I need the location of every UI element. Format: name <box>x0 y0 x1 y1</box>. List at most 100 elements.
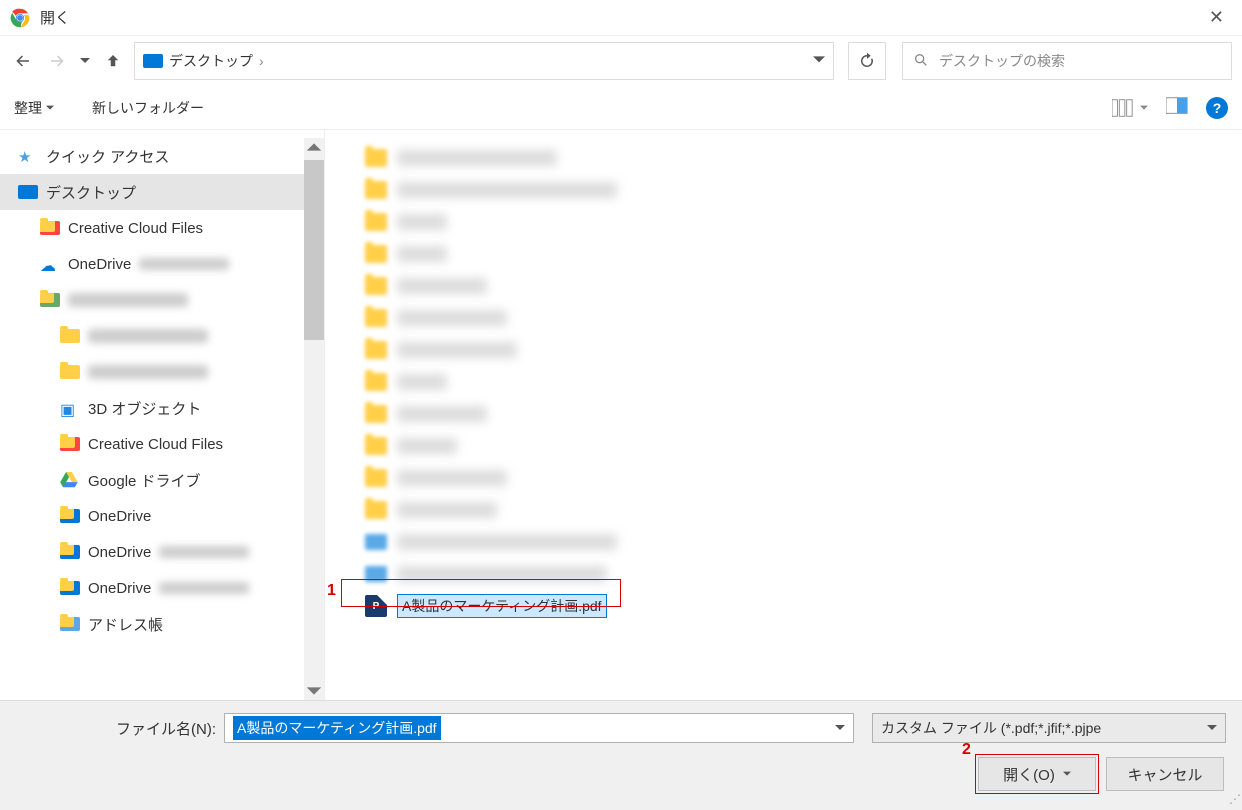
tree-item-label: デスクトップ <box>46 182 136 203</box>
file-label <box>397 278 487 294</box>
folder-icon <box>365 213 387 231</box>
cancel-button[interactable]: キャンセル <box>1106 757 1224 791</box>
chevron-down-icon[interactable] <box>813 53 825 69</box>
cube-icon: ▣ <box>60 400 80 416</box>
chrome-icon <box>10 8 30 28</box>
file-label <box>397 214 447 230</box>
file-item[interactable] <box>365 398 1222 430</box>
tree-item[interactable]: Creative Cloud Files <box>0 426 304 462</box>
file-item[interactable] <box>365 174 1222 206</box>
file-item[interactable] <box>365 206 1222 238</box>
filetype-select[interactable]: カスタム ファイル (*.pdf;*.jfif;*.pjpe <box>872 713 1226 743</box>
file-label <box>397 406 487 422</box>
monitor-icon <box>143 54 163 68</box>
chevron-right-icon: › <box>259 53 264 69</box>
file-item[interactable] <box>365 302 1222 334</box>
filename-input[interactable]: A製品のマーケティング計画.pdf <box>224 713 854 743</box>
file-label <box>397 470 507 486</box>
tree-item[interactable]: Google ドライブ <box>0 462 304 498</box>
annotation-1: 1 <box>327 582 336 600</box>
tree-item[interactable]: ☁OneDrive <box>0 246 304 282</box>
file-item[interactable] <box>365 526 1222 558</box>
file-item[interactable] <box>365 366 1222 398</box>
chevron-down-icon <box>1207 723 1217 733</box>
file-label <box>397 438 457 454</box>
folder-icon <box>365 373 387 391</box>
view-mode-button[interactable] <box>1112 99 1148 117</box>
tree-item-suffix <box>139 258 229 270</box>
chevron-down-icon[interactable] <box>304 682 324 700</box>
scrollbar-thumb[interactable] <box>304 160 324 340</box>
folder-tree[interactable]: ★クイック アクセスデスクトップCreative Cloud Files☁One… <box>0 130 325 700</box>
folder-icon <box>365 437 387 455</box>
tree-item[interactable]: OneDrive <box>0 534 304 570</box>
folder-onedrive-icon <box>60 581 80 595</box>
preview-pane-button[interactable] <box>1166 97 1188 118</box>
folder-icon <box>60 365 80 379</box>
tree-item[interactable] <box>0 354 304 390</box>
monitor-icon <box>18 185 38 199</box>
list-view-icon <box>1112 99 1134 117</box>
chevron-up-icon[interactable] <box>304 138 324 156</box>
organize-menu[interactable]: 整理 <box>14 98 54 118</box>
resize-grip-icon[interactable]: ⋰ <box>1229 792 1238 806</box>
folder-cc-icon <box>40 221 60 235</box>
file-label <box>397 246 447 262</box>
tree-item-suffix <box>159 546 249 558</box>
search-input[interactable]: デスクトップの検索 <box>902 42 1232 80</box>
help-button[interactable]: ? <box>1206 97 1228 119</box>
tree-item[interactable]: アドレス帳 <box>0 606 304 642</box>
image-icon <box>365 534 387 550</box>
tree-item-label <box>68 293 188 307</box>
folder-icon <box>365 309 387 327</box>
file-label <box>397 342 517 358</box>
file-label <box>397 502 497 518</box>
file-item[interactable] <box>365 334 1222 366</box>
file-label <box>397 182 617 198</box>
tree-item[interactable]: OneDrive <box>0 570 304 606</box>
tree-item[interactable]: OneDrive <box>0 498 304 534</box>
folder-icon <box>365 181 387 199</box>
chevron-down-icon[interactable] <box>835 723 845 733</box>
history-dropdown[interactable] <box>78 48 92 74</box>
file-list[interactable]: PA製品のマーケティング計画.pdf 1 <box>325 130 1242 700</box>
tree-item[interactable]: ▣ 3D オブジェクト <box>0 390 304 426</box>
folder-icon <box>365 341 387 359</box>
file-label <box>397 374 447 390</box>
close-icon[interactable]: ✕ <box>1201 3 1232 32</box>
back-button[interactable] <box>10 48 36 74</box>
folder-onedrive-icon <box>60 545 80 559</box>
breadcrumb-location: デスクトップ <box>169 51 253 71</box>
window-title: 開く <box>40 7 70 28</box>
file-item[interactable] <box>365 142 1222 174</box>
tree-item-label <box>88 329 208 343</box>
folder-cc-icon <box>60 437 80 451</box>
tree-item[interactable]: Creative Cloud Files <box>0 210 304 246</box>
refresh-button[interactable] <box>848 42 886 80</box>
file-item[interactable] <box>365 238 1222 270</box>
tree-item-label <box>88 365 208 379</box>
tree-item-label: Google ドライブ <box>88 470 201 491</box>
tree-item-label: 3D オブジェクト <box>88 398 201 419</box>
tree-item[interactable] <box>0 282 304 318</box>
folder-icon <box>365 277 387 295</box>
breadcrumb[interactable]: デスクトップ › <box>134 42 834 80</box>
up-button[interactable] <box>100 48 126 74</box>
new-folder-button[interactable]: 新しいフォルダー <box>92 98 204 118</box>
tree-item-label: アドレス帳 <box>88 614 163 635</box>
tree-item-label: OneDrive <box>88 508 151 525</box>
folder-onedrive-icon <box>60 509 80 523</box>
scrollbar[interactable] <box>304 138 324 700</box>
file-item[interactable] <box>365 270 1222 302</box>
tree-item[interactable]: デスクトップ <box>0 174 304 210</box>
tree-item[interactable] <box>0 318 304 354</box>
file-item[interactable] <box>365 430 1222 462</box>
folder-icon <box>365 405 387 423</box>
file-item[interactable] <box>365 494 1222 526</box>
tree-item-label: OneDrive <box>88 544 151 561</box>
forward-button[interactable] <box>44 48 70 74</box>
file-item[interactable] <box>365 462 1222 494</box>
open-button[interactable]: 開く(O) <box>978 757 1096 791</box>
tree-item[interactable]: ★クイック アクセス <box>0 138 304 174</box>
annotation-box-1 <box>341 579 621 607</box>
